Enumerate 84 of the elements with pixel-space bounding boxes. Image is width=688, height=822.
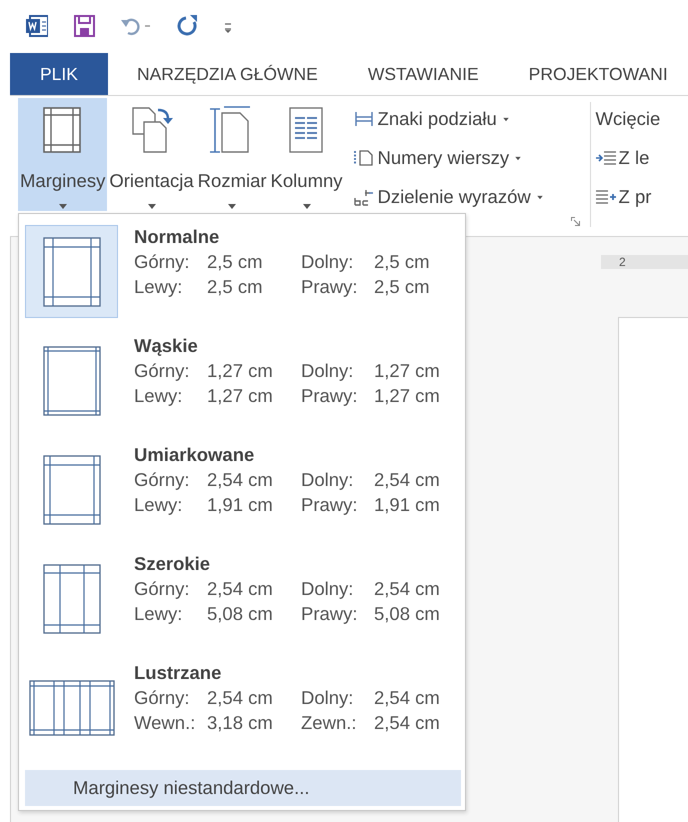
save-icon[interactable] xyxy=(74,15,95,37)
margin-value: 1,91 cm xyxy=(207,493,274,517)
group-title: Wcięcie xyxy=(596,107,660,131)
margin-value: 1,27 cm xyxy=(207,384,274,408)
caret-icon xyxy=(503,117,509,121)
caret-icon xyxy=(228,204,236,209)
margin-preset[interactable]: Szerokie Górny: 2,54 cm Dolny: 2,54 cm Lewy: 5,08 cm Prawy: 5,08 cm xyxy=(25,552,461,661)
margin-label: Dolny: xyxy=(301,250,354,274)
margin-preset[interactable]: Lustrzane Górny: 2,54 cm Dolny: 2,54 cm Wewn.: 3,18 cm Zewn.: 2,54 cm xyxy=(25,661,461,770)
custom-margins-item[interactable]: Marginesy niestandardowe... xyxy=(25,770,461,806)
margin-label: Lewy: xyxy=(134,384,184,408)
preset-name: Szerokie xyxy=(134,552,212,576)
margin-value: 5,08 cm xyxy=(374,602,441,626)
ribbon-tab[interactable]: WSTAWIANIE xyxy=(342,53,504,95)
margin-value: 2,54 cm xyxy=(207,468,274,492)
margin-label: Zewn.: xyxy=(301,711,358,735)
indent-left-icon xyxy=(596,149,616,167)
ribbon-button[interactable]: Rozmiar xyxy=(196,98,269,211)
ribbon-button[interactable]: Orientacja xyxy=(107,98,196,211)
margin-preset[interactable]: Umiarkowane Górny: 2,54 cm Dolny: 2,54 cm Lewy: 1,91 cm Prawy: 1,91 cm xyxy=(25,443,461,552)
preset-name: Lustrzane xyxy=(134,661,222,685)
caret-icon xyxy=(302,204,311,209)
dialog-launcher-icon[interactable] xyxy=(570,217,580,226)
line-numbers-icon xyxy=(352,149,375,167)
margin-value: 2,54 cm xyxy=(374,711,441,735)
pages-arrow-icon xyxy=(130,106,174,154)
margin-value: 2,5 cm xyxy=(374,250,431,274)
ribbon-tab[interactable]: PROJEKTOWANI xyxy=(504,53,688,95)
margin-preset[interactable]: Wąskie Górny: 1,27 cm Dolny: 1,27 cm Lewy: 1,27 cm Prawy: 1,27 cm xyxy=(25,334,461,443)
preset-name: Normalne xyxy=(134,225,220,249)
margin-label: Prawy: xyxy=(301,384,359,408)
caret-icon xyxy=(148,204,156,209)
margin-value: 2,54 cm xyxy=(207,577,274,601)
indent-right-icon xyxy=(596,188,616,206)
margin-value: 1,27 cm xyxy=(374,359,441,383)
margin-label: Górny: xyxy=(134,359,191,383)
margin-label: Lewy: xyxy=(134,493,184,517)
ribbon-button[interactable]: Z pr xyxy=(596,184,660,210)
margin-label: Górny: xyxy=(134,250,191,274)
margin-value: 1,27 cm xyxy=(207,359,274,383)
preset-name: Wąskie xyxy=(134,334,199,358)
caret-icon xyxy=(536,195,543,199)
margin-label: Prawy: xyxy=(301,602,359,626)
margin-value: 1,27 cm xyxy=(374,384,441,408)
margin-label: Lewy: xyxy=(134,602,184,626)
ribbon-tab[interactable]: NARZĘDZIA GŁÓWNE xyxy=(112,53,343,95)
redo-icon[interactable] xyxy=(177,15,198,37)
undo-icon[interactable] xyxy=(121,16,151,36)
margin-label: Dolny: xyxy=(301,577,354,601)
caret-icon xyxy=(515,156,521,160)
margin-value: 2,5 cm xyxy=(207,250,264,274)
margin-label: Dolny: xyxy=(301,359,354,383)
margin-value: 3,18 cm xyxy=(207,711,274,735)
ribbon-button[interactable]: Dzielenie wyrazów xyxy=(352,184,567,210)
margin-value: 2,54 cm xyxy=(207,686,274,710)
margin-label: Prawy: xyxy=(301,493,359,517)
hyphenation-icon xyxy=(352,188,375,206)
caret-icon xyxy=(58,204,67,209)
margin-label: Dolny: xyxy=(301,686,354,710)
margin-value: 2,5 cm xyxy=(374,275,431,299)
margin-value: 2,54 cm xyxy=(374,577,441,601)
margin-value: 2,54 cm xyxy=(374,468,441,492)
margin-preset[interactable]: Normalne Górny: 2,5 cm Dolny: 2,5 cm Lewy: 2,5 cm Prawy: 2,5 cm xyxy=(25,225,461,334)
margin-value: 2,5 cm xyxy=(207,275,264,299)
ribbon-button[interactable]: Znaki podziału xyxy=(352,106,567,132)
margin-label: Górny: xyxy=(134,468,191,492)
margin-label: Lewy: xyxy=(134,275,184,299)
margin-value: 1,91 cm xyxy=(374,493,441,517)
file-tab[interactable]: PLIK xyxy=(10,53,108,95)
ribbon-button[interactable]: Numery wierszy xyxy=(352,145,567,171)
breaks-icon xyxy=(352,110,375,128)
margin-value: 2,54 cm xyxy=(374,686,441,710)
ribbon-button[interactable]: Z le xyxy=(596,145,660,171)
ribbon-button[interactable]: Kolumny xyxy=(268,98,345,211)
document-app-icon[interactable] xyxy=(26,15,48,37)
margin-label: Górny: xyxy=(134,686,191,710)
ribbon-button[interactable]: Marginesy xyxy=(18,98,108,211)
margin-label: Wewn.: xyxy=(134,711,196,735)
margin-label: Górny: xyxy=(134,577,191,601)
preset-name: Umiarkowane xyxy=(134,443,256,467)
ruler: 2 xyxy=(601,255,688,269)
margin-label: Prawy: xyxy=(301,275,359,299)
margin-label: Dolny: xyxy=(301,468,354,492)
margin-value: 5,08 cm xyxy=(207,602,274,626)
